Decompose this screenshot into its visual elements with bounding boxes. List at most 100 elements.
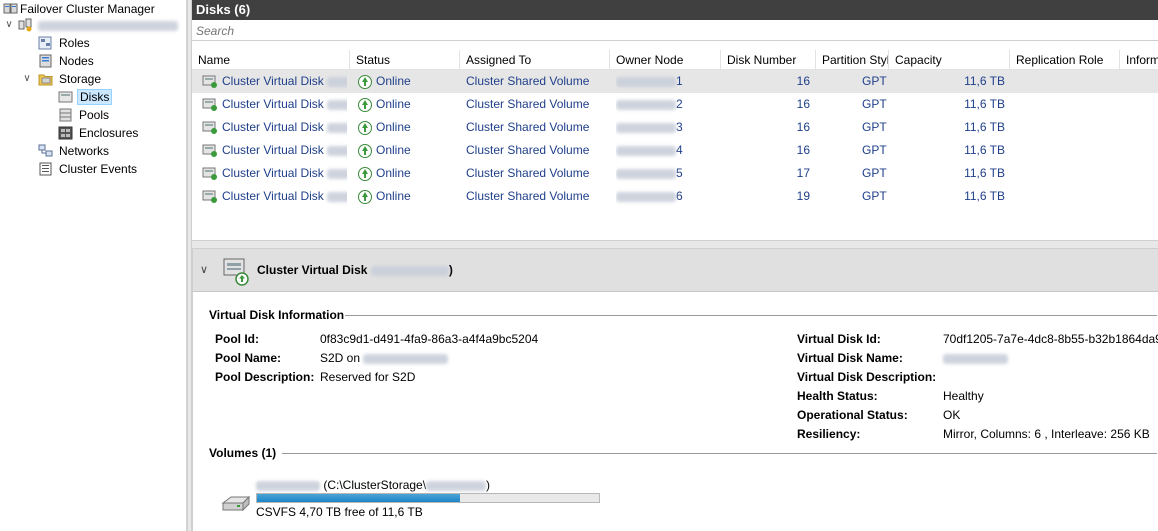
tree-label: Disks (77, 89, 113, 105)
column-header-assigned-to[interactable]: Assigned To (460, 50, 610, 70)
tree-label: Cluster Events (59, 162, 138, 176)
prop-value: Healthy (943, 389, 984, 403)
prop-value: 70df1205-7a7e-4dc8-8b55-b32b1864da9d (943, 332, 1158, 346)
tree-item-cluster-events[interactable]: Cluster Events (0, 160, 187, 178)
cell-name: Cluster Virtual Disk (222, 70, 347, 93)
chevron-down-icon[interactable]: ∨ (22, 70, 32, 88)
enclosures-icon (58, 126, 73, 140)
cell-name: Cluster Virtual Disk (222, 162, 347, 185)
cell-capacity: 11,6 TB (964, 189, 1005, 203)
column-header-capacity[interactable]: Capacity (889, 50, 1010, 70)
tree-item-storage[interactable]: ∨ Storage (0, 70, 187, 88)
prop-value: Mirror, Columns: 6 , Interleave: 256 KB (943, 427, 1150, 441)
storage-folder-icon (38, 74, 53, 86)
column-header-owner-node[interactable]: Owner Node (610, 50, 721, 70)
cell-name: Cluster Virtual Disk (222, 139, 347, 162)
volume-usage-bar (256, 493, 600, 503)
tree-label: Enclosures (79, 126, 139, 140)
online-status-icon (358, 75, 372, 89)
table-row[interactable]: Cluster Virtual Disk Online Cluster Shar… (192, 93, 1158, 116)
tree-item-roles[interactable]: Roles (0, 34, 187, 52)
cell-owner-node: 2 (616, 93, 716, 116)
tree-label-cluster (38, 16, 178, 34)
cluster-icon (18, 18, 32, 32)
table-row[interactable]: Cluster Virtual Disk Online Cluster Shar… (192, 139, 1158, 162)
prop-label: Operational Status: (797, 408, 908, 422)
disks-grid: Name Status Assigned To Owner Node Disk … (192, 50, 1158, 290)
column-header-replication-role[interactable]: Replication Role (1010, 50, 1120, 70)
chevron-down-icon[interactable]: ∨ (4, 16, 14, 34)
tree-label: Roles (59, 36, 90, 50)
cell-disk-number: 16 (796, 74, 810, 88)
collapse-chevron-icon[interactable]: ∨ (200, 263, 208, 276)
cell-disk-number: 17 (796, 166, 810, 180)
prop-label: Pool Description: (215, 370, 315, 384)
volume-drive-icon[interactable] (221, 493, 253, 513)
cell-status: Online (376, 189, 411, 203)
cell-assigned-to: Cluster Shared Volume (466, 166, 590, 180)
volume-path[interactable]: (C:\ClusterStorage\) (256, 478, 490, 492)
cell-status: Online (376, 97, 411, 111)
column-header-name[interactable]: Name (192, 50, 350, 70)
tree-item-enclosures[interactable]: Enclosures (0, 124, 187, 142)
search-input[interactable] (196, 22, 1146, 39)
tree-item-networks[interactable]: Networks (0, 142, 187, 160)
tree-label: Nodes (59, 54, 94, 68)
cell-status: Online (376, 74, 411, 88)
cluster-manager-icon (3, 3, 18, 14)
tree-item-nodes[interactable]: Nodes (0, 52, 187, 70)
cluster-disk-icon (202, 121, 217, 134)
events-log-icon (39, 162, 52, 176)
section-divider (282, 453, 1157, 454)
tree-label: Networks (59, 144, 110, 158)
column-header-partition-style[interactable]: Partition Style (816, 50, 889, 70)
tree-item-cluster[interactable]: ∨ (0, 16, 187, 34)
prop-value: 0f83c9d1-d491-4fa9-86a3-a4f4a9bc5204 (320, 332, 539, 346)
detail-title: Cluster Virtual Disk ) (257, 263, 453, 277)
table-row[interactable]: Cluster Virtual Disk Online Cluster Shar… (192, 162, 1158, 185)
prop-label: Virtual Disk Name: (797, 351, 903, 365)
cluster-disk-large-icon (223, 258, 249, 286)
column-header-status[interactable]: Status (350, 50, 460, 70)
search-bar (192, 20, 1158, 41)
tree-label: Pools (79, 108, 110, 122)
pools-icon (59, 108, 72, 122)
table-row[interactable]: Cluster Virtual Disk Online Cluster Shar… (192, 116, 1158, 139)
tree-item-pools[interactable]: Pools (0, 106, 187, 124)
volume-usage-fill (257, 494, 461, 502)
volume-summary: CSVFS 4,70 TB free of 11,6 TB (256, 505, 423, 519)
cluster-disk-icon (202, 144, 217, 157)
disks-icon (58, 91, 73, 103)
cell-assigned-to: Cluster Shared Volume (466, 143, 590, 157)
cell-disk-number: 16 (796, 120, 810, 134)
table-row[interactable]: Cluster Virtual Disk Online Cluster Shar… (192, 185, 1158, 208)
nodes-icon (39, 54, 52, 68)
cell-disk-number: 16 (796, 97, 810, 111)
table-row[interactable]: Cluster Virtual Disk Online Cluster Shar… (192, 70, 1158, 93)
detail-header[interactable]: ∨ Cluster Virtual Disk ) (193, 249, 1158, 292)
cell-disk-number: 19 (796, 189, 810, 203)
cell-assigned-to: Cluster Shared Volume (466, 97, 590, 111)
prop-value: OK (943, 408, 961, 422)
column-header-information[interactable]: Informa (1120, 50, 1158, 70)
cell-name: Cluster Virtual Disk (222, 185, 347, 208)
cell-name: Cluster Virtual Disk (222, 93, 347, 116)
online-status-icon (358, 167, 372, 181)
prop-label: Virtual Disk Id: (797, 332, 881, 346)
column-header-disk-number[interactable]: Disk Number (721, 50, 816, 70)
online-status-icon (358, 121, 372, 135)
section-title-volumes: Volumes (1) (209, 446, 277, 460)
horizontal-splitter[interactable] (192, 240, 1158, 249)
cell-owner-node: 6 (616, 185, 716, 208)
prop-label: Health Status: (797, 389, 878, 403)
cell-status: Online (376, 166, 411, 180)
networks-icon (38, 144, 53, 157)
prop-label: Pool Id: (215, 332, 259, 346)
cell-owner-node: 3 (616, 116, 716, 139)
cell-assigned-to: Cluster Shared Volume (466, 120, 590, 134)
online-status-icon (358, 98, 372, 112)
tree-item-disks[interactable]: Disks (0, 88, 187, 106)
cluster-disk-icon (202, 167, 217, 180)
online-status-icon (358, 144, 372, 158)
cell-assigned-to: Cluster Shared Volume (466, 74, 590, 88)
